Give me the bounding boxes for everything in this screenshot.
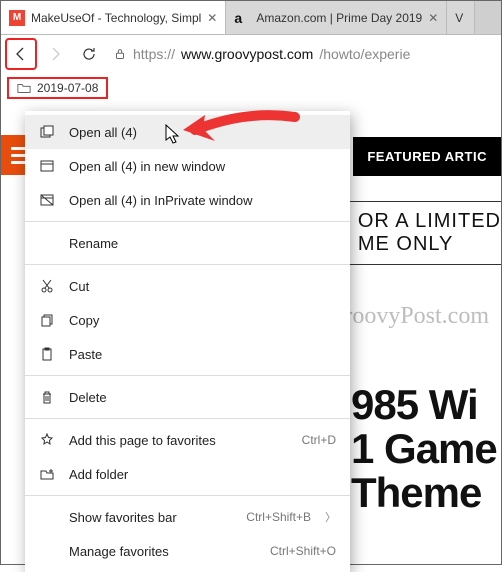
- close-icon[interactable]: ✕: [428, 11, 438, 25]
- ctx-show-favorites-bar[interactable]: Show favorites bar Ctrl+Shift+B 〉: [25, 500, 350, 534]
- tab-makeuseof[interactable]: M MakeUseOf - Technology, Simpl ✕: [1, 1, 226, 34]
- tab-title: V: [455, 11, 466, 25]
- ctx-open-all[interactable]: Open all (4): [25, 115, 350, 149]
- refresh-button[interactable]: [75, 40, 103, 68]
- lock-icon: [113, 47, 127, 61]
- separator: [25, 495, 350, 496]
- star-plus-icon: [39, 432, 55, 448]
- windows-icon: [39, 124, 55, 140]
- separator: [25, 375, 350, 376]
- cut-icon: [39, 278, 55, 294]
- context-menu: Open all (4) Open all (4) in new window …: [25, 111, 350, 572]
- ctx-label: Add folder: [69, 467, 336, 482]
- favorites-folder-label: 2019-07-08: [37, 81, 98, 95]
- chevron-right-icon: 〉: [325, 509, 336, 525]
- ctx-copy[interactable]: Copy: [25, 303, 350, 337]
- ctx-label: Rename: [69, 236, 336, 251]
- url-host: www.groovypost.com: [181, 46, 313, 62]
- tab-title: Amazon.com | Prime Day 2019: [256, 11, 422, 25]
- tab-strip: M MakeUseOf - Technology, Simpl ✕ a Amaz…: [1, 1, 501, 35]
- ctx-label: Open all (4) in InPrivate window: [69, 193, 336, 208]
- copy-icon: [39, 312, 55, 328]
- headline: 985 Wi 1 Game Theme: [351, 383, 501, 515]
- ctx-shortcut: Ctrl+D: [302, 433, 336, 447]
- back-button[interactable]: [7, 40, 35, 68]
- ctx-label: Manage favorites: [69, 544, 256, 559]
- ctx-label: Open all (4): [69, 125, 336, 140]
- ctx-manage-favorites[interactable]: Manage favorites Ctrl+Shift+O: [25, 534, 350, 568]
- window-icon: [39, 158, 55, 174]
- ctx-rename[interactable]: Rename: [25, 226, 350, 260]
- delete-icon: [39, 389, 55, 405]
- ctx-label: Show favorites bar: [69, 510, 232, 525]
- ctx-open-all-new-window[interactable]: Open all (4) in new window: [25, 149, 350, 183]
- tab-overflow[interactable]: V: [447, 1, 475, 34]
- favicon-icon: M: [9, 10, 25, 26]
- folder-plus-icon: [39, 466, 55, 482]
- url-path: /howto/experie: [319, 46, 410, 62]
- ctx-add-folder[interactable]: Add folder: [25, 457, 350, 491]
- ctx-label: Delete: [69, 390, 336, 405]
- headline-line: 985 Wi: [351, 383, 501, 427]
- folder-icon: [17, 81, 31, 95]
- separator: [25, 418, 350, 419]
- url-field[interactable]: https:// www.groovypost.com/howto/experie: [109, 46, 495, 62]
- headline-line: 1 Game: [351, 427, 501, 471]
- forward-button: [41, 40, 69, 68]
- promo-line: ME ONLY: [358, 233, 501, 256]
- tab-amazon[interactable]: a Amazon.com | Prime Day 2019 ✕: [226, 1, 447, 34]
- ctx-label: Open all (4) in new window: [69, 159, 336, 174]
- ctx-shortcut: Ctrl+Shift+B: [246, 510, 311, 524]
- close-icon[interactable]: ✕: [207, 11, 217, 25]
- ctx-label: Copy: [69, 313, 336, 328]
- watermark: groovyPost.com: [332, 303, 489, 330]
- nav-featured[interactable]: FEATURED ARTIC: [353, 137, 501, 176]
- ctx-add-page[interactable]: Add this page to favorites Ctrl+D: [25, 423, 350, 457]
- ctx-label: Cut: [69, 279, 336, 294]
- paste-icon: [39, 346, 55, 362]
- promo-banner: OR A LIMITED ME ONLY: [338, 201, 501, 265]
- tab-title: MakeUseOf - Technology, Simpl: [31, 11, 201, 25]
- ctx-delete[interactable]: Delete: [25, 380, 350, 414]
- url-scheme: https://: [133, 46, 175, 62]
- favicon-icon: a: [234, 10, 250, 26]
- ctx-label: Add this page to favorites: [69, 433, 288, 448]
- ctx-open-all-inprivate[interactable]: Open all (4) in InPrivate window: [25, 183, 350, 217]
- ctx-paste[interactable]: Paste: [25, 337, 350, 371]
- ctx-label: Paste: [69, 347, 336, 362]
- ctx-shortcut: Ctrl+Shift+O: [270, 544, 336, 558]
- address-bar: https:// www.groovypost.com/howto/experie: [1, 35, 501, 73]
- favorites-bar: 2019-07-08: [1, 73, 501, 103]
- inprivate-icon: [39, 192, 55, 208]
- headline-line: Theme: [351, 471, 501, 515]
- favorites-folder[interactable]: 2019-07-08: [9, 79, 106, 97]
- separator: [25, 264, 350, 265]
- promo-line: OR A LIMITED: [358, 210, 501, 233]
- separator: [25, 221, 350, 222]
- ctx-cut[interactable]: Cut: [25, 269, 350, 303]
